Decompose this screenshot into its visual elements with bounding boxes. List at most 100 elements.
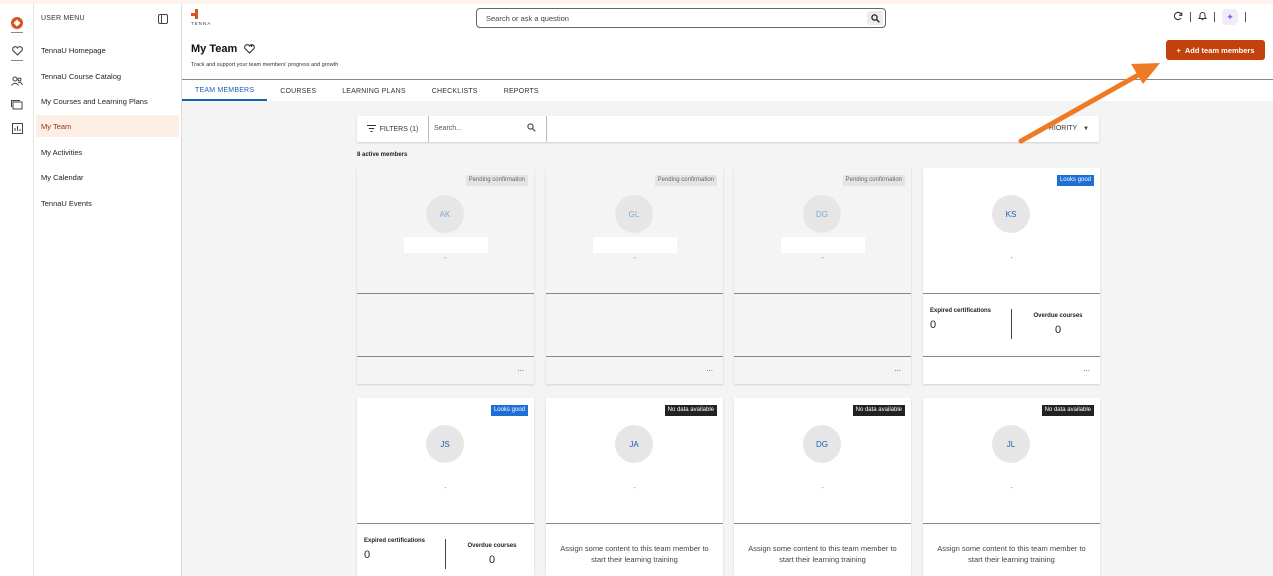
team-member-card[interactable]: No data available DG - Assign some conte… (734, 398, 911, 576)
filter-icon (366, 124, 376, 134)
icon-rail (0, 4, 34, 576)
global-search-input[interactable]: Search or ask a question (476, 8, 886, 28)
tabs-top-border (182, 79, 1273, 80)
card-divider (357, 293, 534, 294)
global-search-placeholder: Search or ask a question (486, 14, 569, 23)
rail-divider (11, 32, 23, 33)
member-search-placeholder: Search... (434, 125, 463, 132)
sidebar-toggle-icon[interactable] (158, 14, 168, 24)
status-badge: Looks good (490, 405, 528, 416)
avatar: AK (426, 195, 464, 233)
plus-icon: + (1176, 45, 1181, 55)
logo-wordmark: TENNA (191, 21, 212, 26)
page-subtitle: Track and support your team members' pro… (191, 62, 339, 68)
team-member-card[interactable]: Pending confirmation GL - ... (546, 168, 723, 384)
team-member-card[interactable]: No data available JL - Assign some conte… (923, 398, 1100, 576)
name-placeholder (593, 237, 677, 253)
tab-checklists[interactable]: CHECKLISTS (419, 81, 491, 101)
favorite-heart-icon[interactable] (244, 44, 255, 56)
overdue-courses-value: 0 (488, 554, 496, 566)
team-member-card[interactable]: Looks good JS - Expired certifications 0… (357, 398, 534, 576)
card-divider (734, 523, 911, 524)
tab-team-members[interactable]: TEAM MEMBERS (182, 81, 268, 101)
header-divider (1214, 12, 1215, 22)
card-divider (734, 356, 911, 357)
menu-item-my-team[interactable]: My Team (36, 115, 179, 137)
avatar: GL (615, 195, 653, 233)
menu-item-course-catalog[interactable]: TennaU Course Catalog (36, 65, 179, 87)
more-options-icon[interactable]: ... (1083, 364, 1090, 373)
content-area (182, 101, 1273, 576)
sort-label: RIORITY (1048, 125, 1078, 132)
status-badge: Pending confirmation (465, 175, 528, 186)
app-logo-icon[interactable] (10, 16, 24, 30)
reports-icon[interactable] (10, 121, 24, 135)
tab-reports[interactable]: REPORTS (491, 81, 552, 101)
tab-courses[interactable]: COURSES (267, 81, 329, 101)
menu-item-homepage[interactable]: TennaU Homepage (36, 39, 179, 61)
card-divider (546, 293, 723, 294)
rail-divider (11, 60, 23, 61)
team-member-card[interactable]: Pending confirmation AK - ... (357, 168, 534, 384)
stat-divider (1011, 309, 1012, 339)
search-icon[interactable] (867, 11, 883, 25)
member-subtitle: - (1010, 255, 1013, 262)
page-title: My Team (191, 43, 238, 55)
menu-item-my-courses[interactable]: My Courses and Learning Plans (36, 90, 179, 112)
member-subtitle: - (821, 485, 824, 492)
tab-learning-plans[interactable]: LEARNING PLANS (329, 81, 419, 101)
team-member-card[interactable]: Looks good KS - Expired certifications 0… (923, 168, 1100, 384)
expired-certifications-label: Expired certifications (930, 308, 992, 314)
header-actions: ✦ (1173, 9, 1263, 25)
bell-icon[interactable] (1198, 11, 1207, 24)
user-menu: USER MENU TennaU Homepage TennaU Course … (34, 4, 182, 576)
overdue-courses-value: 0 (1054, 324, 1062, 336)
assign-content-message: Assign some content to this team member … (748, 544, 897, 564)
expired-certifications-label: Expired certifications (364, 538, 426, 544)
sort-select[interactable]: RIORITY ▼ (1049, 125, 1089, 132)
more-options-icon[interactable]: ... (894, 364, 901, 373)
top-strip (0, 0, 1273, 4)
avatar: JA (615, 425, 653, 463)
search-icon (527, 123, 536, 134)
menu-item-my-calendar[interactable]: My Calendar (36, 166, 179, 188)
menu-item-events[interactable]: TennaU Events (36, 192, 179, 214)
courses-icon[interactable] (10, 98, 24, 112)
member-subtitle: - (633, 255, 636, 262)
tenna-logo[interactable]: TENNA (191, 9, 211, 26)
avatar: JL (992, 425, 1030, 463)
card-divider (546, 523, 723, 524)
filter-toolbar: FILTERS (1) Search... RIORITY ▼ (357, 116, 1099, 142)
filters-label: FILTERS (1) (379, 125, 419, 133)
card-divider (546, 356, 723, 357)
members-count: 8 active members (357, 152, 408, 158)
heart-icon[interactable] (10, 44, 24, 58)
status-badge: Pending confirmation (842, 175, 905, 186)
add-team-members-button[interactable]: + Add team members (1166, 40, 1265, 60)
member-subtitle: - (444, 255, 447, 262)
ai-assistant-icon[interactable]: ✦ (1222, 9, 1238, 25)
avatar: JS (426, 425, 464, 463)
avatar: KS (992, 195, 1030, 233)
expired-certifications-stat: Expired certifications 0 (930, 306, 1000, 331)
more-options-icon[interactable]: ... (517, 364, 524, 373)
overdue-courses-stat: Overdue courses 0 (1023, 313, 1093, 336)
logo-mark-icon (191, 9, 201, 19)
avatar: DG (803, 195, 841, 233)
more-options-icon[interactable]: ... (706, 364, 713, 373)
filters-button[interactable]: FILTERS (1) (357, 116, 429, 142)
avatar: DG (803, 425, 841, 463)
member-subtitle: - (633, 485, 636, 492)
member-subtitle: - (444, 485, 447, 492)
name-placeholder (781, 237, 865, 253)
team-icon[interactable] (10, 74, 24, 88)
refresh-icon[interactable] (1173, 11, 1183, 24)
team-member-card[interactable]: No data available JA - Assign some conte… (546, 398, 723, 576)
user-menu-title: USER MENU (41, 15, 85, 22)
assign-content-message: Assign some content to this team member … (937, 544, 1086, 564)
team-member-card[interactable]: Pending confirmation DG - ... (734, 168, 911, 384)
stat-divider (445, 539, 446, 569)
expired-certifications-stat: Expired certifications 0 (364, 536, 434, 561)
menu-item-my-activities[interactable]: My Activities (36, 141, 179, 163)
member-search-input[interactable]: Search... (429, 116, 547, 142)
